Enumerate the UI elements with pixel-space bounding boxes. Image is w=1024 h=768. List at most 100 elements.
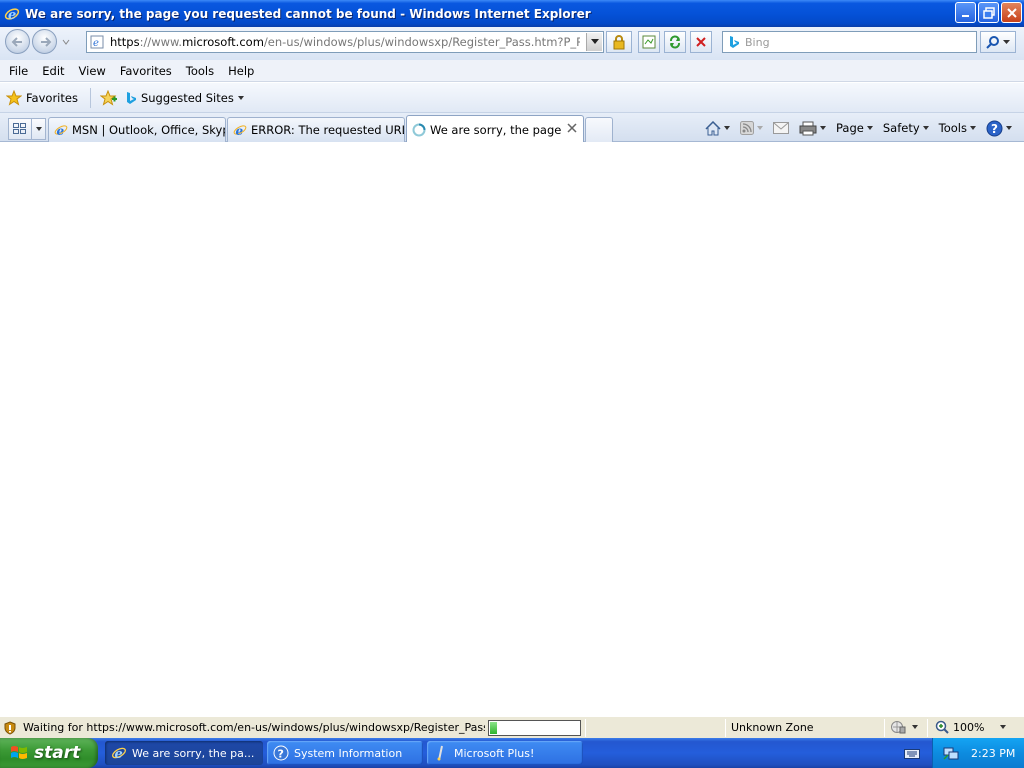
rss-feed-icon — [740, 121, 755, 135]
refresh-button[interactable] — [664, 31, 686, 53]
menu-help[interactable]: Help — [221, 64, 261, 78]
chevron-down-icon — [922, 126, 929, 130]
compatibility-icon — [642, 35, 656, 49]
tab-msn[interactable]: e MSN | Outlook, Office, Skype... — [48, 117, 226, 142]
taskbar-item-label: System Information — [294, 746, 403, 760]
address-dropdown-button[interactable] — [586, 33, 602, 51]
zoom-button[interactable]: 100% — [935, 720, 1007, 734]
taskbar-item-system-information[interactable]: ? System Information — [267, 741, 423, 765]
chevron-down-icon — [237, 95, 244, 100]
recent-pages-dropdown-icon[interactable] — [62, 38, 70, 46]
page-menu-button[interactable]: Page — [832, 118, 877, 138]
tab-list-dropdown[interactable] — [32, 119, 45, 139]
lock-icon — [613, 35, 625, 50]
clock[interactable]: 2:23 PM — [971, 747, 1015, 760]
add-to-favorites-bar-button[interactable] — [99, 88, 119, 108]
favorites-button[interactable]: Favorites — [6, 89, 78, 106]
chevron-down-icon — [970, 126, 976, 130]
compatibility-view-button[interactable] — [638, 31, 660, 53]
restore-button[interactable] — [978, 2, 999, 23]
quick-tabs-icon[interactable] — [9, 119, 33, 139]
menu-tools[interactable]: Tools — [179, 64, 221, 78]
chevron-down-icon — [1006, 126, 1012, 130]
tools-menu-button[interactable]: Tools — [935, 118, 980, 138]
close-window-button[interactable] — [1001, 2, 1022, 23]
tab-row: e MSN | Outlook, Office, Skype... e ERRO… — [0, 113, 1024, 143]
title-bar: e We are sorry, the page you requested c… — [0, 0, 1024, 27]
system-tray: 2:23 PM — [932, 738, 1024, 768]
start-button[interactable]: start — [0, 738, 98, 768]
tab-label: MSN | Outlook, Office, Skype... — [72, 123, 225, 137]
protected-mode-button[interactable] — [890, 720, 918, 734]
url-text[interactable]: https://www.microsoft.com/en-us/windows/… — [110, 35, 580, 49]
page-content-area[interactable] — [0, 142, 1024, 716]
home-button[interactable] — [701, 118, 734, 138]
windows-logo-icon — [8, 742, 30, 764]
chevron-down-icon[interactable] — [757, 126, 764, 130]
bing-icon — [730, 36, 739, 48]
restore-icon — [982, 6, 995, 19]
menu-view[interactable]: View — [72, 64, 113, 78]
menu-favorites[interactable]: Favorites — [113, 64, 179, 78]
security-shield-icon[interactable] — [3, 720, 17, 735]
svg-text:e: e — [93, 38, 99, 49]
forward-button[interactable] — [32, 29, 57, 54]
taskbar-item-microsoft-plus[interactable]: Microsoft Plus! — [427, 741, 583, 765]
add-favorite-icon — [99, 89, 117, 106]
taskbar-item-label: Microsoft Plus! — [454, 746, 535, 760]
chevron-down-icon — [35, 127, 42, 131]
window-title: We are sorry, the page you requested can… — [25, 6, 591, 21]
menu-file[interactable]: File — [2, 64, 35, 78]
favorites-label: Favorites — [26, 90, 78, 105]
network-icon[interactable] — [943, 745, 959, 761]
close-tab-icon[interactable] — [567, 123, 577, 133]
tab-label: We are sorry, the page y... — [430, 122, 564, 137]
svg-text:e: e — [236, 124, 244, 137]
separator — [927, 719, 928, 737]
search-placeholder: Bing — [745, 35, 770, 49]
favorites-star-icon — [6, 89, 22, 106]
safety-menu-label: Safety — [882, 121, 920, 135]
stop-icon — [696, 37, 706, 47]
address-bar[interactable]: e https://www.microsoft.com/en-us/window… — [86, 31, 604, 53]
feeds-button[interactable] — [736, 118, 767, 138]
separator — [585, 719, 586, 737]
separator — [884, 719, 885, 737]
quick-tabs-button[interactable] — [8, 118, 46, 140]
stop-button[interactable] — [690, 31, 712, 53]
suggested-sites-button[interactable]: Suggested Sites — [125, 91, 244, 105]
taskbar-item-ie[interactable]: e We are sorry, the pa... — [105, 741, 263, 765]
minimize-button[interactable] — [955, 2, 976, 23]
read-mail-button[interactable] — [769, 118, 793, 138]
tab-error[interactable]: e ERROR: The requested URL ... — [227, 117, 405, 142]
svg-text:e: e — [57, 124, 65, 137]
search-button[interactable] — [980, 31, 1016, 53]
menu-edit[interactable]: Edit — [35, 64, 71, 78]
help-menu-button[interactable]: ? — [982, 118, 1016, 138]
zoom-level: 100% — [953, 720, 985, 734]
chevron-down-icon[interactable] — [724, 126, 731, 130]
print-button[interactable] — [795, 118, 830, 138]
taskbar: start e We are sorry, the pa... ? System… — [0, 738, 1024, 768]
tab-active-sorry[interactable]: We are sorry, the page y... — [406, 115, 584, 143]
search-input[interactable]: Bing — [722, 31, 977, 53]
page-icon: e — [89, 34, 105, 50]
page-menu-label: Page — [836, 121, 864, 135]
security-zone-label[interactable]: Unknown Zone — [731, 721, 814, 734]
suggested-sites-label: Suggested Sites — [140, 90, 234, 105]
chevron-down-icon — [590, 39, 599, 44]
chevron-down-icon[interactable] — [1003, 39, 1010, 45]
microsoft-plus-icon — [433, 745, 449, 761]
new-tab-button[interactable] — [585, 117, 613, 142]
refresh-icon — [670, 35, 680, 49]
address-row: e https://www.microsoft.com/en-us/window… — [0, 27, 1024, 60]
keyboard-icon[interactable] — [904, 745, 920, 761]
chevron-down-icon[interactable] — [820, 126, 827, 130]
separator — [725, 719, 726, 737]
safety-menu-button[interactable]: Safety — [879, 118, 933, 138]
back-button[interactable] — [5, 29, 30, 54]
page-load-progress-bar — [488, 720, 581, 736]
security-lock-button[interactable] — [606, 31, 632, 53]
bing-icon — [126, 91, 136, 104]
start-label: start — [34, 743, 81, 763]
